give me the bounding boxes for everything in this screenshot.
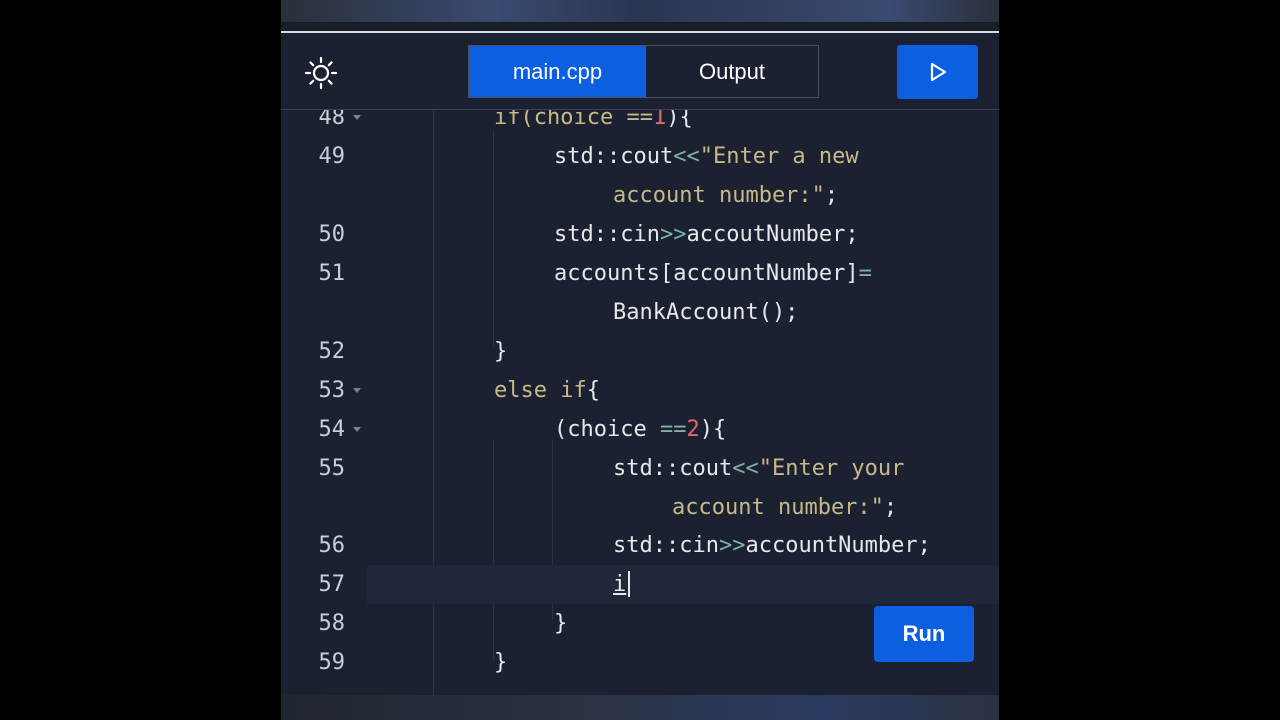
code-token: }	[494, 650, 508, 675]
code-text: else if{	[494, 371, 600, 410]
code-text: accounts[accountNumber]=	[554, 254, 872, 293]
code-token: accountNumber;	[745, 533, 931, 558]
code-text: (choice ==2){	[554, 410, 726, 449]
code-line: 56 std::cin>>accountNumber;	[281, 526, 999, 565]
code-token: <<	[673, 144, 700, 169]
code-token: std::cin	[554, 222, 660, 247]
status-strip	[281, 0, 999, 22]
code-token: account number:"	[613, 183, 825, 208]
code-token: <<	[732, 456, 759, 481]
code-token: std::cin	[613, 533, 719, 558]
code-line-current: 57 i	[281, 565, 999, 604]
code-token: (choice	[554, 417, 660, 442]
code-text: std::cout<<"Enter your	[613, 449, 904, 488]
code-token: ==	[659, 417, 687, 442]
code-line: 54 (choice ==2){	[281, 410, 999, 449]
bottom-strip	[281, 695, 999, 720]
line-number: 54	[318, 417, 346, 442]
code-token: i	[613, 572, 627, 597]
code-token: accounts[accountNumber]	[554, 261, 859, 286]
code-token: {	[586, 378, 600, 403]
header-gap	[281, 22, 999, 31]
line-number: 50	[318, 222, 346, 247]
code-line: 48 if(choice ==1){	[281, 110, 999, 137]
play-button[interactable]	[897, 45, 978, 99]
code-line: 49 std::cout<<"Enter a new	[281, 137, 999, 176]
code-text: account number:";	[613, 176, 838, 215]
code-token: "Enter your	[758, 456, 905, 481]
code-token: accoutNumber;	[686, 222, 859, 247]
code-token: }	[494, 339, 508, 364]
code-token: BankAccount();	[613, 300, 799, 325]
code-line: 50 std::cin>>accoutNumber;	[281, 215, 999, 254]
sun-icon[interactable]	[303, 55, 339, 91]
tab-main-cpp[interactable]: main.cpp	[469, 46, 646, 97]
code-text: account number:";	[672, 488, 897, 527]
code-text: }	[494, 643, 507, 682]
app-window: main.cpp Output 48 if(choice ==1){ 49 st…	[281, 0, 999, 720]
code-token: else if	[494, 378, 587, 403]
text-cursor	[628, 571, 630, 597]
code-text: }	[554, 604, 567, 643]
line-number: 57	[318, 572, 346, 597]
line-number: 59	[318, 650, 346, 675]
file-tabs: main.cpp Output	[468, 45, 819, 98]
line-number: 58	[318, 611, 346, 636]
code-text: std::cin>>accountNumber;	[613, 526, 931, 565]
code-token: std::cout	[613, 456, 733, 481]
code-token: }	[554, 611, 568, 636]
fold-arrow-icon[interactable]	[353, 115, 361, 120]
code-token: "Enter a new	[699, 144, 859, 169]
code-line: 52 }	[281, 332, 999, 371]
code-text: std::cin>>accoutNumber;	[554, 215, 859, 254]
code-line: 53 else if{	[281, 371, 999, 410]
code-token: >>	[659, 222, 687, 247]
fold-arrow-icon[interactable]	[353, 427, 361, 432]
code-text: std::cout<<"Enter a new	[554, 137, 859, 176]
play-icon	[930, 62, 946, 82]
code-token: ){	[699, 417, 727, 442]
line-number: 48	[318, 110, 346, 130]
line-number: 52	[318, 339, 346, 364]
line-number: 49	[318, 144, 346, 169]
code-token: ){	[666, 110, 693, 130]
code-text: i	[613, 565, 626, 604]
tab-output[interactable]: Output	[646, 46, 818, 97]
code-token: ;	[824, 183, 839, 208]
editor-header: main.cpp Output	[281, 31, 999, 110]
run-button[interactable]: Run	[874, 606, 974, 662]
code-line-wrap: BankAccount();	[281, 293, 999, 332]
code-line: 55 std::cout<<"Enter your	[281, 449, 999, 488]
line-number: 51	[318, 261, 346, 286]
code-token: >>	[718, 533, 746, 558]
code-token: std::cout	[554, 144, 674, 169]
code-text: BankAccount();	[613, 293, 798, 332]
code-text: if(choice ==1){	[494, 110, 693, 137]
fold-arrow-icon[interactable]	[353, 388, 361, 393]
line-number: 55	[318, 456, 346, 481]
code-token: account number:"	[672, 495, 884, 520]
code-line: 51 accounts[accountNumber]=	[281, 254, 999, 293]
code-line-wrap: account number:";	[281, 488, 999, 527]
code-token: ;	[883, 495, 898, 520]
code-token: 1	[652, 110, 667, 130]
code-text: }	[494, 332, 507, 371]
code-line-wrap: account number:";	[281, 176, 999, 215]
code-token: if(choice ==	[494, 110, 653, 130]
line-number: 53	[318, 378, 346, 403]
code-token: 2	[686, 417, 700, 442]
code-token: =	[858, 261, 872, 286]
line-number: 56	[318, 533, 346, 558]
